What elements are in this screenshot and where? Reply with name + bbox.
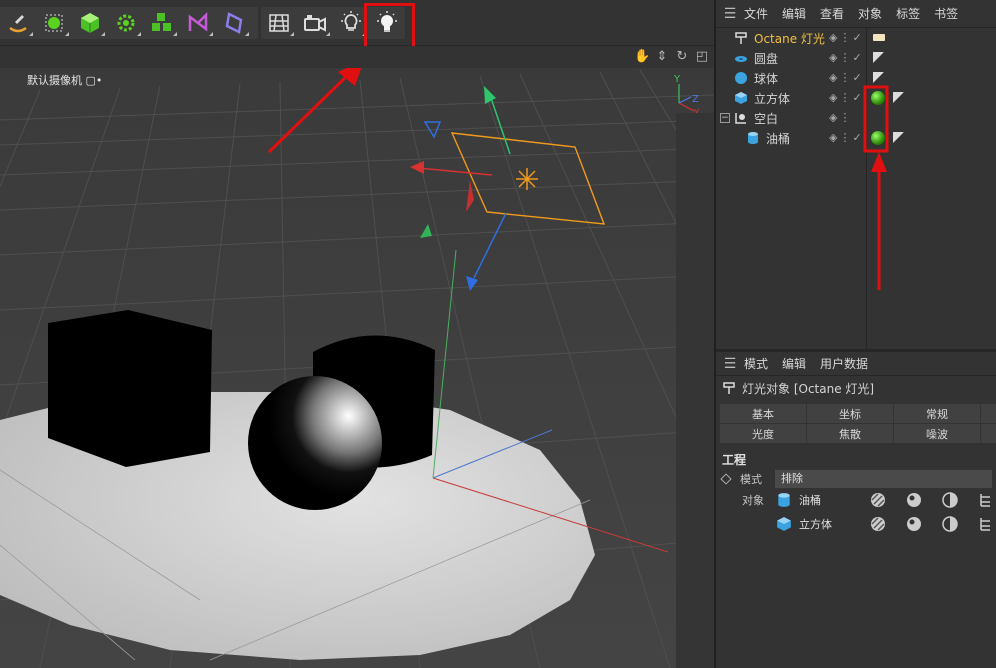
attribute-manager-menubar: ☰ 模式 编辑 用户数据 [716,352,996,376]
mode-field: 模式 排除 [720,470,992,488]
tab-coordinates[interactable]: 坐标 [807,404,893,423]
floor-grid-icon[interactable] [261,7,297,39]
mograph-icon[interactable] [144,7,180,39]
menu-user-data[interactable]: 用户数据 [820,355,868,372]
cylinder-object-icon [776,492,792,508]
mode-dropdown[interactable]: 排除 [775,470,992,488]
attribute-title-text: 灯光对象 [Octane 灯光] [742,381,875,396]
move-arrows-icon[interactable]: ⇕ [654,49,670,65]
cube-object-icon [776,516,792,532]
hierarchy-flag-icon[interactable] [977,515,995,533]
attribute-tabs: 基本 坐标 常规 光度 焦散 噪波 [720,404,996,443]
viewport-header: ✋ ⇕ ↻ ◰ [0,46,714,68]
main-toolbar [0,0,714,56]
include-list-item-cylinder[interactable]: 油桶 [776,489,996,511]
menu-mode[interactable]: 模式 [744,355,768,372]
3d-viewport[interactable]: Y Z X ✋ ⇕ ↻ ◰ 默认摄像机 ▢• [0,46,714,668]
spline-pen-icon[interactable] [0,7,36,39]
hierarchy-flag-icon[interactable] [977,491,995,509]
tab-general[interactable]: 常规 [894,404,980,423]
camera-small-icon: ▢• [85,74,103,87]
field-icon[interactable] [216,7,252,39]
illumination-flag-icon[interactable] [869,491,887,509]
shadow-flag-icon[interactable] [941,515,959,533]
tab-more-2[interactable] [981,424,996,443]
axis-y-label: Y [673,74,681,85]
specular-flag-icon[interactable] [905,491,923,509]
attribute-title: 灯光对象 [Octane 灯光] [716,376,996,400]
cube-object-icon[interactable] [72,7,108,39]
object-manager: ☰ 文件 编辑 查看 对象 标签 书签 Octane 灯光 ◈ ⋮ ✓ 圆盘 ◈ ⋮ ✓… [714,0,996,352]
rotate-icon[interactable]: ↻ [674,49,690,65]
camera-icon[interactable] [297,7,333,39]
tab-more[interactable] [981,404,996,423]
viewport-scene[interactable]: Y Z X [0,46,714,668]
highlight-box-tags [863,85,889,153]
illumination-flag-icon[interactable] [869,515,887,533]
viewport-nav-buttons: ✋ ⇕ ↻ ◰ [634,49,710,65]
tab-photometric[interactable]: 光度 [720,424,806,443]
attribute-manager: ☰ 模式 编辑 用户数据 灯光对象 [Octane 灯光] 基本 坐标 常规 光… [714,352,996,668]
light-object-icon [722,381,736,395]
specular-flag-icon[interactable] [905,515,923,533]
list-item-name: 油桶 [799,494,821,507]
cube-object[interactable] [48,310,212,467]
tab-caustics[interactable]: 焦散 [807,424,893,443]
objects-label: 对象 [742,494,764,507]
include-list-item-cube[interactable]: 立方体 [776,513,996,535]
axis-z-label: Z [692,94,699,105]
menu-edit[interactable]: 编辑 [782,355,806,372]
sphere-object[interactable] [248,376,382,510]
shadow-flag-icon[interactable] [941,491,959,509]
tab-basic[interactable]: 基本 [720,404,806,423]
deformer-icon[interactable] [180,7,216,39]
maximize-icon[interactable]: ◰ [694,49,710,65]
annotation-arrowhead [871,152,887,172]
keyframe-diamond-icon[interactable] [720,473,732,485]
tab-noise[interactable]: 噪波 [894,424,980,443]
light-center-icon [516,168,538,190]
hamburger-menu-icon[interactable]: ☰ [716,352,744,376]
pan-hand-icon[interactable]: ✋ [634,49,650,65]
subdivision-icon[interactable] [36,7,72,39]
camera-name: 默认摄像机 [27,74,86,87]
toolbar-group-objects [0,7,258,39]
cloner-icon[interactable] [108,7,144,39]
list-item-name: 立方体 [799,518,832,531]
annotation-overlay [863,85,889,290]
camera-label[interactable]: 默认摄像机 ▢• [27,72,102,88]
mode-label: 模式 [740,473,762,486]
section-project: 工程 [722,453,747,467]
viewport-side-strip [676,113,714,668]
